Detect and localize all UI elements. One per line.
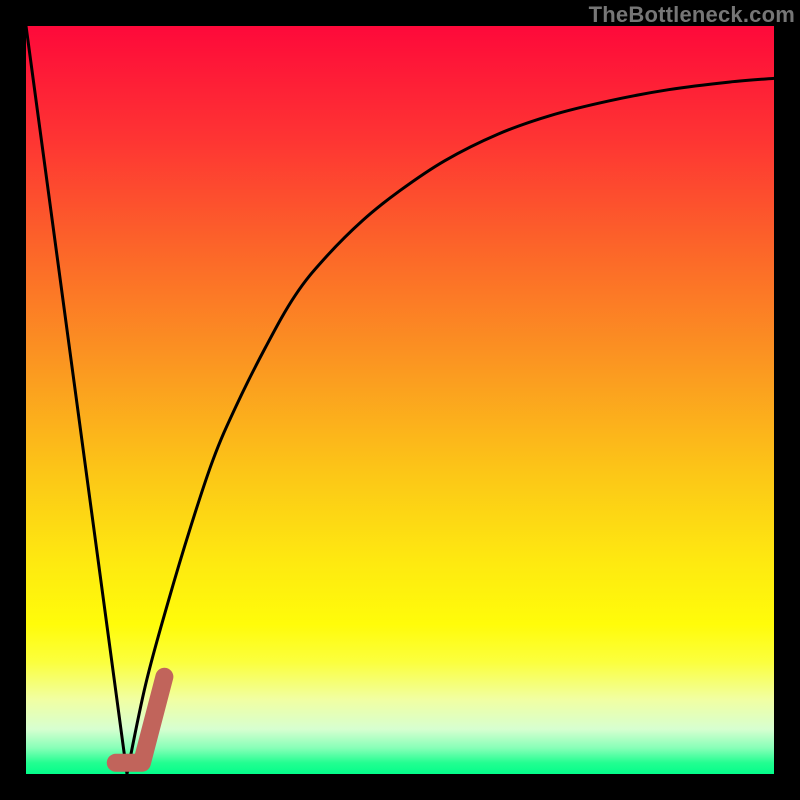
- plot-background: [26, 26, 774, 774]
- bottleneck-chart: [26, 26, 774, 774]
- chart-frame: TheBottleneck.com: [0, 0, 800, 800]
- watermark-text: TheBottleneck.com: [589, 2, 795, 28]
